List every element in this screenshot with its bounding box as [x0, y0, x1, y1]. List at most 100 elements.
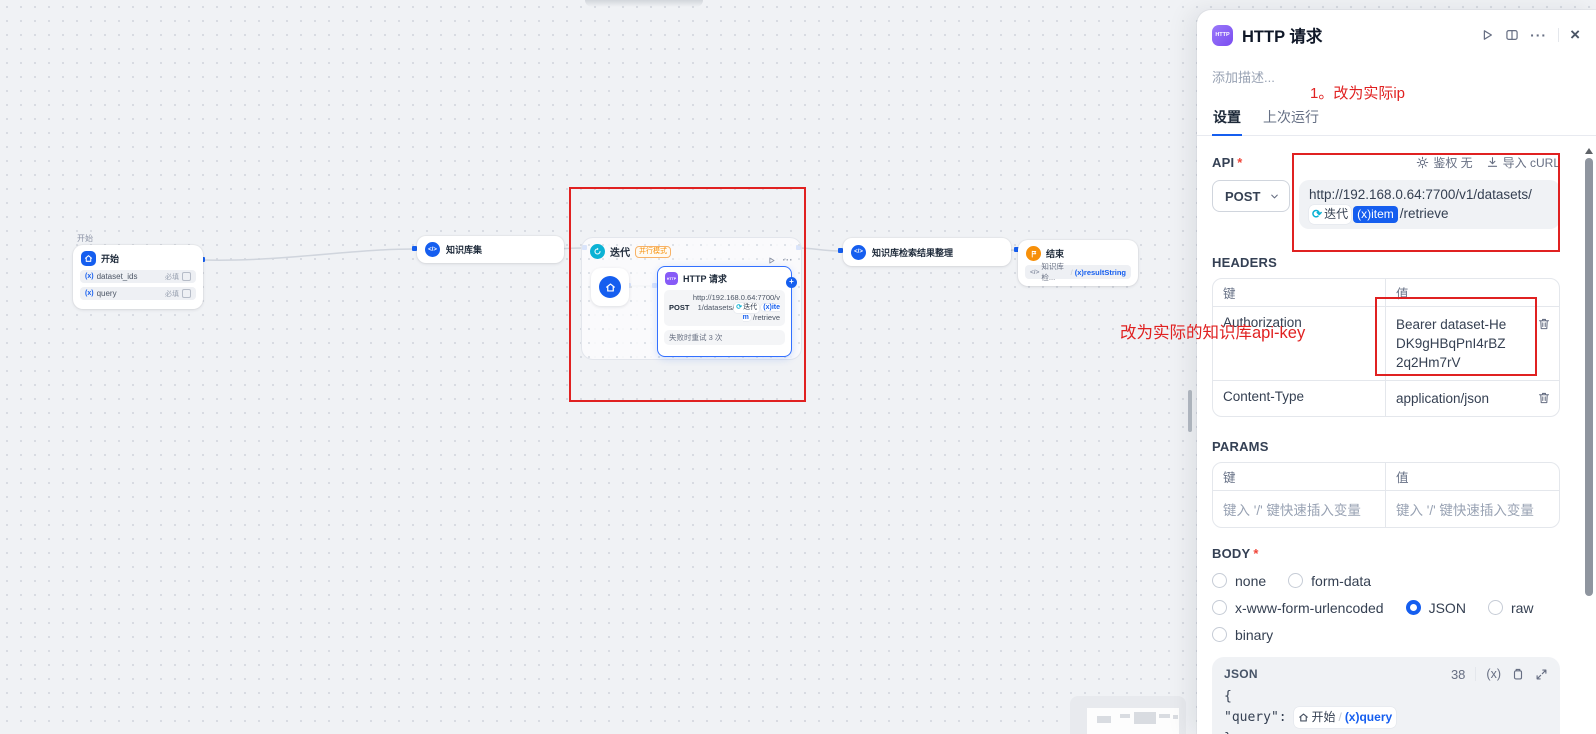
var-name: query — [97, 289, 117, 298]
knowledge-set-title: 知识库集 — [446, 243, 482, 256]
organize-results-node[interactable]: </> 知识库检索结果整理 — [843, 238, 1011, 266]
params-table: 键 值 键入 '/' 键快速插入变量 键入 '/' 键快速插入变量 — [1212, 462, 1560, 528]
home-icon — [599, 276, 621, 298]
radio-icon — [1288, 573, 1303, 588]
workflow-edges — [0, 0, 1196, 734]
body-type-form-data[interactable]: form-data — [1288, 573, 1371, 589]
method-select[interactable]: POST — [1212, 180, 1290, 212]
tab-last-run[interactable]: 上次运行 — [1262, 100, 1320, 135]
var-type-icon — [182, 272, 191, 281]
code-icon: </> — [425, 242, 440, 257]
body-type-none[interactable]: none — [1212, 573, 1266, 589]
home-icon — [81, 251, 96, 266]
body-section-label: BODY* — [1212, 546, 1560, 561]
panel-resize-handle[interactable] — [1188, 390, 1192, 432]
start-node-title: 开始 — [101, 252, 119, 265]
parallel-mode-badge: 并行模式 — [635, 246, 671, 258]
delete-row-icon[interactable] — [1537, 389, 1551, 408]
code-icon: </> — [851, 245, 866, 260]
value-column-header: 值 — [1386, 279, 1559, 306]
panel-scrollbar[interactable] — [1583, 140, 1595, 734]
code-icon: </> — [1030, 269, 1039, 276]
scrollbar-thumb[interactable] — [1585, 158, 1593, 596]
http-node-title: HTTP 请求 — [683, 272, 727, 285]
http-node-url: POST http://192.168.0.64:7700/v1/dataset… — [664, 290, 785, 326]
header-key-cell[interactable]: Authorization — [1213, 307, 1386, 380]
json-editor[interactable]: JSON 38 (x) { — [1212, 657, 1560, 734]
json-key: "query": — [1224, 710, 1287, 725]
table-row: Content-Type application/json — [1213, 380, 1559, 416]
auth-setting-button[interactable]: 鉴权 无 — [1416, 154, 1472, 171]
copy-icon[interactable] — [1511, 667, 1525, 681]
scroll-up-arrow[interactable] — [1585, 148, 1593, 154]
body-type-x-www-form-urlencoded[interactable]: x-www-form-urlencoded — [1212, 600, 1384, 616]
end-output-variable: </> 知识库检... / (x)resultString — [1025, 265, 1131, 279]
run-step-icon[interactable] — [1480, 28, 1494, 42]
body-type-options: none form-data x-www-form-urlencoded JSO… — [1212, 573, 1560, 643]
start-node[interactable]: 开始 (x) dataset_ids 必填 (x) query 必填 — [73, 245, 203, 309]
radio-icon — [1488, 600, 1503, 615]
variable-icon: (x) — [85, 273, 94, 280]
canvas-minimap[interactable] — [1070, 696, 1186, 734]
panel-tabs: 设置 上次运行 — [1197, 100, 1596, 136]
radio-icon — [1212, 627, 1227, 642]
minimap-viewport — [1087, 708, 1179, 734]
radio-icon — [1212, 573, 1227, 588]
import-curl-button[interactable]: 导入 cURL — [1486, 154, 1560, 171]
param-value-input[interactable]: 键入 '/' 键快速插入变量 — [1386, 491, 1559, 527]
char-count: 38 — [1451, 667, 1465, 682]
required-badge: 必填 — [165, 289, 179, 299]
start-var-row[interactable]: (x) dataset_ids 必填 — [80, 270, 196, 283]
json-close-brace: } — [1224, 728, 1548, 734]
header-key-cell[interactable]: Content-Type — [1213, 381, 1386, 416]
gear-icon — [1416, 156, 1429, 169]
description-placeholder[interactable]: 添加描述... — [1212, 67, 1580, 86]
iteration-start-node[interactable] — [591, 268, 629, 306]
start-var-row[interactable]: (x) query 必填 — [80, 287, 196, 300]
delete-row-icon[interactable] — [1537, 315, 1551, 334]
expand-icon[interactable] — [1535, 668, 1548, 681]
url-input[interactable]: http://192.168.0.64:7700/v1/datasets/⟳迭代… — [1299, 180, 1560, 229]
knowledge-set-node[interactable]: </> 知识库集 — [417, 236, 564, 263]
chevron-down-icon — [1269, 191, 1280, 202]
params-section-label: PARAMS — [1212, 439, 1560, 454]
tab-settings[interactable]: 设置 — [1212, 100, 1242, 136]
var-name: dataset_ids — [97, 272, 138, 281]
more-menu-icon[interactable]: ··· — [1530, 27, 1547, 43]
body-type-binary[interactable]: binary — [1212, 627, 1273, 643]
end-flag-icon — [1026, 246, 1041, 261]
api-section-label: API* — [1212, 155, 1243, 170]
workflow-editor: 开始 开始 (x) dataset_ids 必填 (x) query 必填 — [0, 0, 1596, 734]
header-value-cell[interactable]: application/json — [1396, 389, 1510, 408]
node-config-panel: HTTP HTTP 请求 ··· × 添加描述... 设置 上次运行 A — [1197, 10, 1596, 734]
end-node[interactable]: 结束 </> 知识库检... / (x)resultString — [1018, 240, 1138, 286]
header-divider — [1558, 28, 1559, 42]
http-icon: HTTP — [1212, 25, 1233, 46]
json-editor-label: JSON — [1224, 667, 1258, 681]
split-view-icon[interactable] — [1505, 28, 1519, 42]
json-editor-content[interactable]: { "query": 开始 / (x)query } — [1212, 682, 1560, 734]
json-open-brace: { — [1224, 686, 1548, 707]
http-icon: HTTP — [665, 272, 678, 285]
iteration-title: 迭代 — [610, 244, 630, 259]
insert-variable-icon[interactable]: (x) — [1486, 667, 1501, 681]
body-type-raw[interactable]: raw — [1488, 600, 1534, 616]
canvas-toolbar-shadow — [585, 0, 703, 7]
param-key-input[interactable]: 键入 '/' 键快速插入变量 — [1213, 491, 1386, 527]
value-column-header: 值 — [1386, 463, 1559, 490]
header-value-cell[interactable]: Bearer dataset-HeDK9gHBqPnI4rBZ2q2Hm7rV — [1396, 315, 1510, 372]
body-type-json[interactable]: JSON — [1406, 600, 1466, 616]
var-type-icon — [182, 289, 191, 298]
http-request-node[interactable]: HTTP HTTP 请求 + POST http://192.168.0.64:… — [657, 266, 792, 357]
tools-divider — [1475, 667, 1476, 681]
organize-node-title: 知识库检索结果整理 — [872, 246, 953, 259]
radio-icon — [1212, 600, 1227, 615]
key-column-header: 键 — [1213, 463, 1386, 490]
iteration-icon — [590, 244, 605, 259]
query-variable-chip[interactable]: 开始 / (x)query — [1294, 707, 1396, 728]
iteration-run-icon[interactable] — [767, 256, 776, 265]
close-panel-icon[interactable]: × — [1570, 25, 1580, 45]
table-row: Authorization Bearer dataset-HeDK9gHBqPn… — [1213, 306, 1559, 380]
iteration-more-icon[interactable]: ··· — [783, 255, 794, 265]
add-next-node-button[interactable]: + — [786, 277, 797, 288]
